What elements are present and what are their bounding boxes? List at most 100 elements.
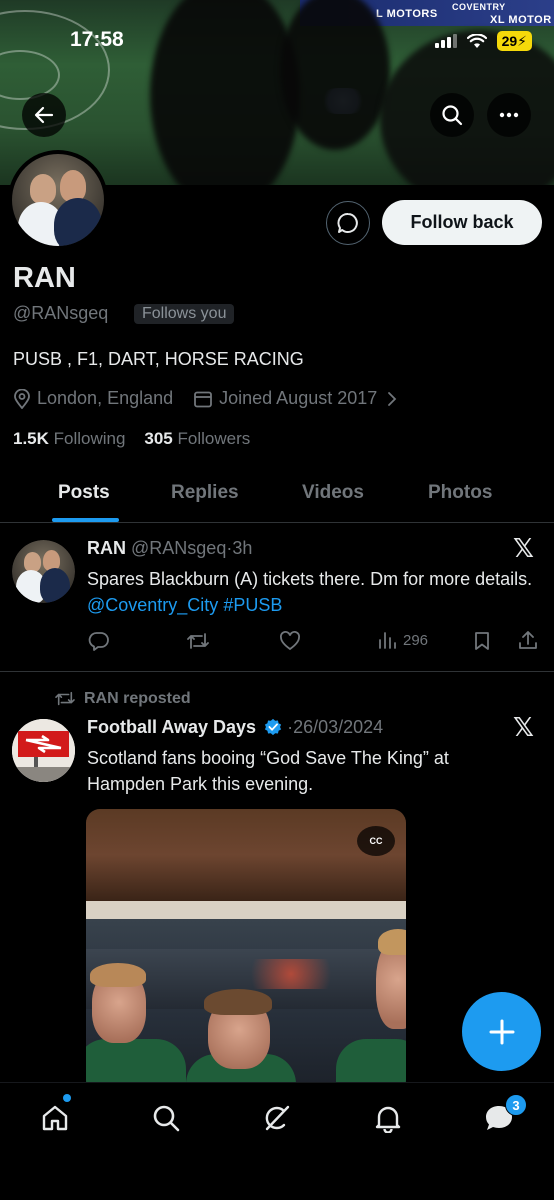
x-logo-icon: 𝕏 bbox=[513, 713, 534, 743]
views-button[interactable]: 296 bbox=[377, 630, 428, 650]
video-player-hair bbox=[90, 963, 146, 987]
avatar-person bbox=[40, 568, 70, 603]
followers-count: 305 bbox=[144, 429, 173, 448]
messages-badge: 3 bbox=[505, 1094, 527, 1116]
reply-button[interactable] bbox=[88, 630, 110, 652]
following-label: Following bbox=[53, 429, 126, 448]
nav-notifications-button[interactable] bbox=[371, 1101, 405, 1135]
x-logo-icon: 𝕏 bbox=[513, 534, 534, 564]
post-avatar[interactable] bbox=[12, 540, 75, 603]
share-icon bbox=[519, 631, 537, 649]
message-button[interactable] bbox=[326, 201, 370, 245]
post-divider bbox=[0, 671, 554, 672]
avatar-person bbox=[24, 552, 41, 572]
search-icon bbox=[442, 105, 463, 126]
views-count: 296 bbox=[403, 631, 429, 649]
video-room-background bbox=[86, 809, 406, 901]
chevron-right-icon[interactable] bbox=[385, 391, 399, 407]
tab-replies[interactable]: Replies bbox=[171, 482, 239, 504]
home-icon bbox=[42, 1105, 68, 1131]
post-author-name[interactable]: Football Away Days bbox=[87, 717, 256, 737]
reply-icon bbox=[88, 632, 109, 651]
wifi-icon bbox=[466, 33, 487, 48]
repost-indicator: RAN reposted bbox=[54, 690, 191, 708]
post-text: Spares Blackburn (A) tickets there. Dm f… bbox=[87, 566, 547, 618]
share-button[interactable] bbox=[517, 629, 539, 651]
post-header: RAN @RANsgeq·3h bbox=[87, 538, 252, 559]
more-dots-icon bbox=[499, 112, 519, 118]
search-icon bbox=[153, 1105, 180, 1132]
follow-back-button[interactable]: Follow back bbox=[382, 200, 542, 245]
post-author-name[interactable]: RAN bbox=[87, 538, 126, 558]
back-button[interactable] bbox=[22, 93, 66, 137]
post-header: Football Away Days ·26/03/2024 bbox=[87, 717, 383, 738]
tab-posts[interactable]: Posts bbox=[58, 482, 110, 504]
repost-button[interactable] bbox=[186, 630, 210, 652]
compose-post-button[interactable] bbox=[462, 992, 541, 1071]
calendar-icon bbox=[194, 391, 213, 407]
post-mention-link[interactable]: @Coventry_City bbox=[87, 595, 218, 615]
profile-tabs: Posts Replies Videos Photos bbox=[0, 466, 554, 523]
banner-ad-text-left: L MOTORS bbox=[376, 8, 438, 20]
nav-search-button[interactable] bbox=[149, 1101, 183, 1135]
profile-handle: @RANsgeq bbox=[13, 303, 109, 323]
video-player-hair bbox=[204, 989, 272, 1015]
repost-small-icon bbox=[55, 691, 75, 706]
battery-icon: 29⚡ bbox=[496, 31, 532, 51]
video-flares bbox=[236, 959, 346, 989]
home-unread-dot bbox=[63, 1094, 71, 1102]
profile-stats: 1.5K Following 305 Followers bbox=[13, 429, 250, 449]
british-rail-logo-icon bbox=[12, 719, 75, 782]
post-video[interactable]: CC bbox=[86, 809, 406, 1094]
follows-you-badge: Follows you bbox=[134, 304, 235, 324]
signal-icon bbox=[434, 34, 457, 48]
profile-location: London, England bbox=[37, 388, 174, 408]
repost-label[interactable]: RAN reposted bbox=[84, 690, 191, 708]
grok-icon bbox=[265, 1105, 290, 1131]
avatar-person bbox=[54, 198, 102, 246]
post-text-body: Spares Blackburn (A) tickets there. Dm f… bbox=[87, 569, 533, 589]
following-link[interactable]: 1.5K Following bbox=[13, 429, 125, 448]
nav-grok-button[interactable] bbox=[260, 1101, 294, 1135]
back-arrow-icon bbox=[34, 106, 54, 124]
nav-home-button[interactable] bbox=[38, 1101, 72, 1135]
profile-name: RAN bbox=[13, 262, 76, 294]
followers-label: Followers bbox=[177, 429, 251, 448]
tab-photos[interactable]: Photos bbox=[428, 482, 492, 504]
status-icons: 29⚡ bbox=[434, 31, 532, 51]
followers-link[interactable]: 305 Followers bbox=[144, 429, 250, 448]
post-hashtag-link[interactable]: #PUSB bbox=[223, 595, 282, 615]
profile-meta: London, England Joined August 2017 bbox=[13, 388, 405, 409]
post-author-handle: @RANsgeq bbox=[131, 538, 227, 558]
search-button[interactable] bbox=[430, 93, 474, 137]
more-button[interactable] bbox=[487, 93, 531, 137]
notifications-bell-icon bbox=[375, 1106, 401, 1133]
like-button[interactable] bbox=[279, 630, 301, 652]
bookmark-button[interactable] bbox=[472, 630, 492, 652]
avatar-person bbox=[60, 170, 86, 202]
post-avatar-football-away-days[interactable] bbox=[12, 719, 75, 782]
post-time: 3h bbox=[232, 538, 253, 558]
banner-ad-text-mid: COVENTRY bbox=[452, 2, 506, 12]
video-tv-screen bbox=[86, 919, 406, 1094]
banner-silhouette bbox=[150, 0, 300, 185]
verified-badge-icon bbox=[264, 718, 282, 736]
profile-joined: Joined August 2017 bbox=[219, 388, 378, 408]
charging-bolt-icon: ⚡ bbox=[517, 33, 527, 49]
bookmark-icon bbox=[475, 632, 489, 650]
captions-button[interactable]: CC bbox=[357, 826, 395, 856]
repost-icon bbox=[187, 633, 209, 649]
avatar-person bbox=[30, 174, 56, 204]
video-tv-frame bbox=[86, 901, 406, 919]
active-tab-indicator bbox=[52, 518, 119, 522]
profile-avatar[interactable] bbox=[8, 150, 108, 250]
battery-level: 29 bbox=[501, 33, 518, 49]
banner-silhouette bbox=[280, 0, 390, 150]
location-icon bbox=[14, 388, 30, 409]
status-time: 17:58 bbox=[70, 28, 124, 51]
views-chart-icon bbox=[379, 632, 396, 649]
tab-videos[interactable]: Videos bbox=[302, 482, 364, 504]
bottom-nav bbox=[0, 1082, 554, 1200]
plus-icon bbox=[489, 1019, 514, 1044]
message-bubble-icon bbox=[337, 213, 358, 233]
